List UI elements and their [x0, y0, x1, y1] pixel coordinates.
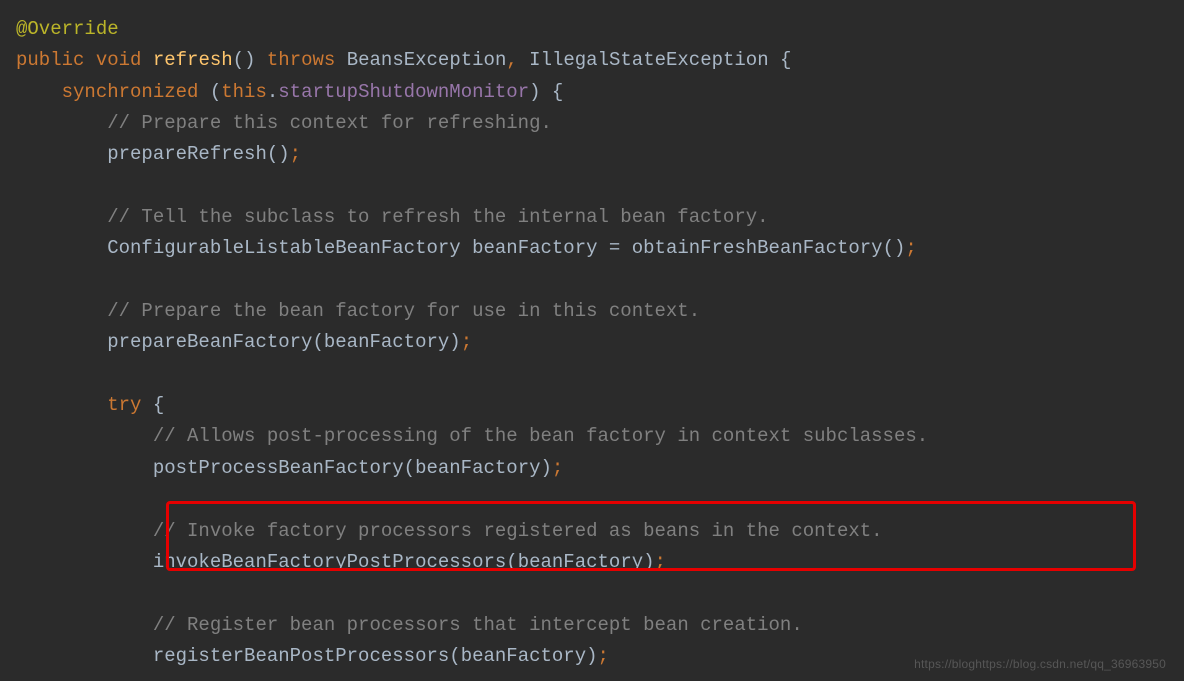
indent	[16, 300, 107, 322]
dot: .	[267, 81, 278, 103]
semicolon: ;	[655, 551, 666, 573]
method-call: postProcessBeanFactory	[153, 457, 404, 479]
parens: ()	[883, 237, 906, 259]
argument: beanFactory	[461, 645, 586, 667]
indent	[16, 457, 153, 479]
indent	[16, 237, 107, 259]
indent	[16, 645, 153, 667]
code-line-blank	[16, 578, 1168, 609]
parens: ()	[267, 143, 290, 165]
lparen: (	[312, 331, 323, 353]
indent	[16, 551, 153, 573]
code-line-13: try {	[16, 390, 1168, 421]
keyword-void: void	[96, 49, 142, 71]
brace: {	[780, 49, 791, 71]
method-call: prepareRefresh	[107, 143, 267, 165]
code-line-14: // Allows post-processing of the bean fa…	[16, 421, 1168, 452]
rparen: )	[541, 457, 552, 479]
indent	[16, 394, 107, 416]
code-line-2: public void refresh() throws BeansExcept…	[16, 45, 1168, 76]
argument: beanFactory	[415, 457, 540, 479]
method-call: invokeBeanFactoryPostProcessors	[153, 551, 506, 573]
semicolon: ;	[552, 457, 563, 479]
code-line-10: // Prepare the bean factory for use in t…	[16, 296, 1168, 327]
code-line-blank	[16, 265, 1168, 296]
semicolon: ;	[461, 331, 472, 353]
comment: // Invoke factory processors registered …	[153, 520, 883, 542]
code-line-7: // Tell the subclass to refresh the inte…	[16, 202, 1168, 233]
indent	[16, 143, 107, 165]
code-line-4: // Prepare this context for refreshing.	[16, 108, 1168, 139]
lparen: (	[506, 551, 517, 573]
code-line-1: @Override	[16, 14, 1168, 45]
watermark-text: https://bloghttps://blog.csdn.net/qq_369…	[914, 655, 1166, 675]
code-line-5: prepareRefresh();	[16, 139, 1168, 170]
code-line-15: postProcessBeanFactory(beanFactory);	[16, 453, 1168, 484]
lparen: (	[449, 645, 460, 667]
indent	[16, 520, 153, 542]
indent	[16, 331, 107, 353]
keyword-throws: throws	[267, 49, 335, 71]
comment: // Prepare this context for refreshing.	[107, 112, 552, 134]
field-ref: startupShutdownMonitor	[278, 81, 529, 103]
keyword-this: this	[221, 81, 267, 103]
semicolon: ;	[290, 143, 301, 165]
code-line-blank	[16, 171, 1168, 202]
variable: beanFactory	[472, 237, 597, 259]
brace: {	[153, 394, 164, 416]
code-line-3: synchronized (this.startupShutdownMonito…	[16, 77, 1168, 108]
keyword-synchronized: synchronized	[62, 81, 199, 103]
equals: =	[609, 237, 620, 259]
semicolon: ;	[905, 237, 916, 259]
rparen: )	[586, 645, 597, 667]
brace: {	[552, 81, 563, 103]
comment: // Prepare the bean factory for use in t…	[107, 300, 700, 322]
code-line-17: // Invoke factory processors registered …	[16, 516, 1168, 547]
keyword-public: public	[16, 49, 84, 71]
indent	[16, 614, 153, 636]
code-block: @Override public void refresh() throws B…	[16, 14, 1168, 672]
rparen: )	[529, 81, 540, 103]
rparen: )	[643, 551, 654, 573]
type-name: ConfigurableListableBeanFactory	[107, 237, 460, 259]
comma: ,	[506, 49, 517, 71]
code-line-blank	[16, 359, 1168, 390]
semicolon: ;	[598, 645, 609, 667]
argument: beanFactory	[518, 551, 643, 573]
parens: ()	[233, 49, 256, 71]
exception-type: IllegalStateException	[529, 49, 768, 71]
comment: // Allows post-processing of the bean fa…	[153, 425, 928, 447]
code-line-blank	[16, 484, 1168, 515]
annotation: @Override	[16, 18, 119, 40]
lparen: (	[210, 81, 221, 103]
code-line-18: invokeBeanFactoryPostProcessors(beanFact…	[16, 547, 1168, 578]
indent	[16, 112, 107, 134]
keyword-try: try	[107, 394, 141, 416]
code-line-20: // Register bean processors that interce…	[16, 610, 1168, 641]
comment: // Tell the subclass to refresh the inte…	[107, 206, 768, 228]
comment: // Register bean processors that interce…	[153, 614, 803, 636]
indent	[16, 206, 107, 228]
indent	[16, 81, 62, 103]
argument: beanFactory	[324, 331, 449, 353]
lparen: (	[404, 457, 415, 479]
method-call: prepareBeanFactory	[107, 331, 312, 353]
method-name: refresh	[153, 49, 233, 71]
method-call: registerBeanPostProcessors	[153, 645, 449, 667]
method-call: obtainFreshBeanFactory	[632, 237, 883, 259]
code-line-8: ConfigurableListableBeanFactory beanFact…	[16, 233, 1168, 264]
code-line-11: prepareBeanFactory(beanFactory);	[16, 327, 1168, 358]
rparen: )	[449, 331, 460, 353]
exception-type: BeansException	[347, 49, 507, 71]
indent	[16, 425, 153, 447]
